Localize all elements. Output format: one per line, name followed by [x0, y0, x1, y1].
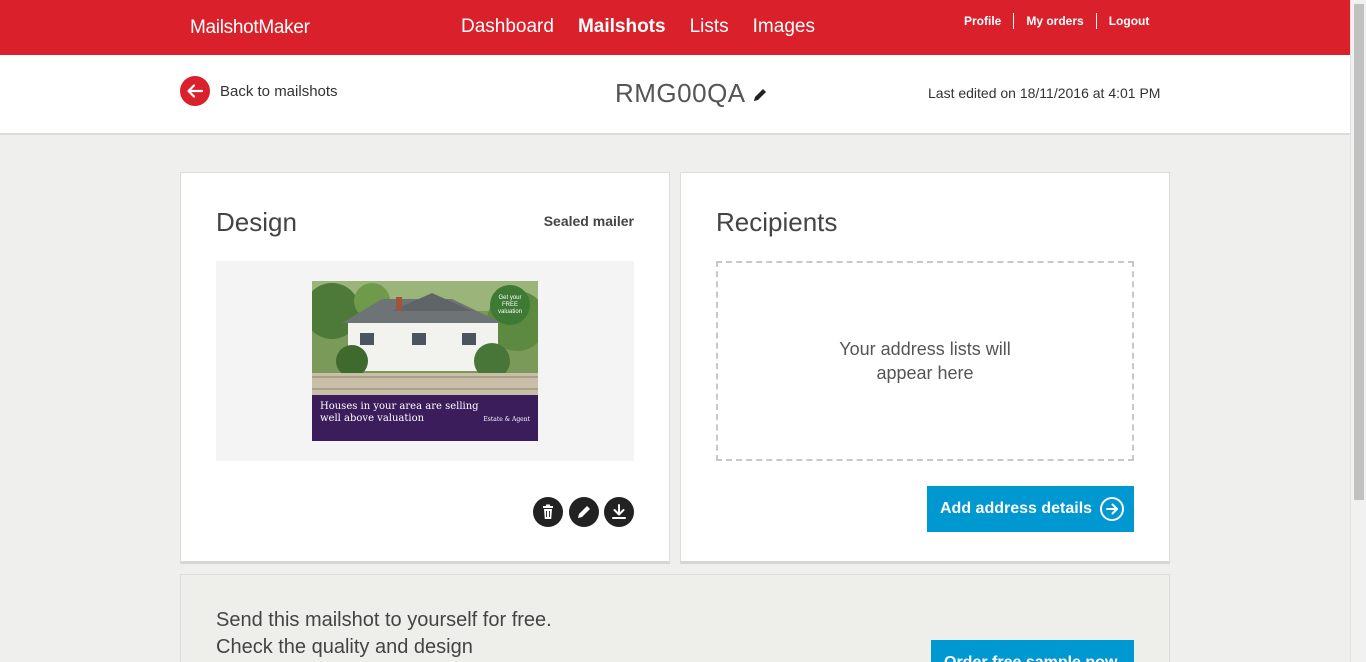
back-arrow-icon [180, 76, 210, 106]
back-to-mailshots-link[interactable]: Back to mailshots [180, 76, 338, 106]
brand-logo[interactable]: MailshotMaker [190, 17, 310, 39]
nav-images[interactable]: Images [753, 16, 815, 38]
design-card: Design Sealed mailer Get your FREE valua… [180, 172, 670, 564]
empty-list-message: Your address lists will appear here [839, 339, 1011, 383]
nav-dashboard[interactable]: Dashboard [461, 16, 554, 38]
address-list-placeholder: Your address lists will appear here [716, 261, 1134, 461]
logout-link[interactable]: Logout [1109, 14, 1150, 28]
user-nav: Profile My orders Logout [964, 13, 1149, 29]
top-nav-bar: MailshotMaker Dashboard Mailshots Lists … [0, 0, 1350, 55]
mailer-headline-bar: Houses in your area are selling well abo… [312, 395, 538, 441]
valuation-badge: Get your FREE valuation [490, 285, 530, 325]
download-icon [612, 504, 626, 519]
mailer-preview-image[interactable]: Get your FREE valuation Houses in your a… [312, 281, 538, 441]
agent-logo: Estate & Agent [483, 416, 530, 423]
add-address-details-button[interactable]: Add address details [927, 486, 1134, 532]
free-sample-text: Send this mailshot to yourself for free.… [216, 609, 552, 658]
page-scrollbar[interactable] [1350, 0, 1366, 662]
pencil-icon [578, 506, 590, 518]
nav-lists[interactable]: Lists [690, 16, 729, 38]
download-design-button[interactable] [604, 497, 634, 527]
recipients-heading: Recipients [716, 207, 838, 237]
order-free-sample-button[interactable]: Order free sample now [931, 640, 1134, 662]
add-address-label: Add address details [940, 500, 1093, 517]
mailer-type-label: Sealed mailer [543, 213, 634, 229]
last-edited-timestamp: Last edited on 18/11/2016 at 4:01 PM [928, 85, 1161, 101]
nav-divider [1095, 13, 1097, 29]
nav-divider [1013, 13, 1015, 29]
design-heading: Design [216, 207, 297, 237]
back-link-label: Back to mailshots [220, 82, 338, 100]
order-sample-label: Order free sample now [944, 654, 1117, 662]
design-preview-area: Get your FREE valuation Houses in your a… [216, 261, 634, 461]
recipients-card: Recipients Your address lists will appea… [680, 172, 1170, 564]
arrow-right-icon [1100, 497, 1124, 521]
mailshot-title: RMG00QA [615, 78, 746, 108]
profile-link[interactable]: Profile [964, 14, 1001, 28]
mailer-headline: Houses in your area are selling well abo… [320, 401, 479, 424]
mailshot-header: Back to mailshots RMG00QA Last edited on… [0, 55, 1350, 135]
nav-mailshots[interactable]: Mailshots [578, 16, 666, 38]
scrollbar-thumb[interactable] [1354, 4, 1364, 500]
edit-design-button[interactable] [569, 497, 599, 527]
delete-design-button[interactable] [533, 497, 563, 527]
pencil-icon[interactable] [752, 87, 768, 108]
my-orders-link[interactable]: My orders [1026, 14, 1083, 28]
trash-icon [543, 504, 553, 519]
free-sample-card: Send this mailshot to yourself for free.… [180, 574, 1170, 662]
main-nav: Dashboard Mailshots Lists Images [461, 16, 815, 38]
